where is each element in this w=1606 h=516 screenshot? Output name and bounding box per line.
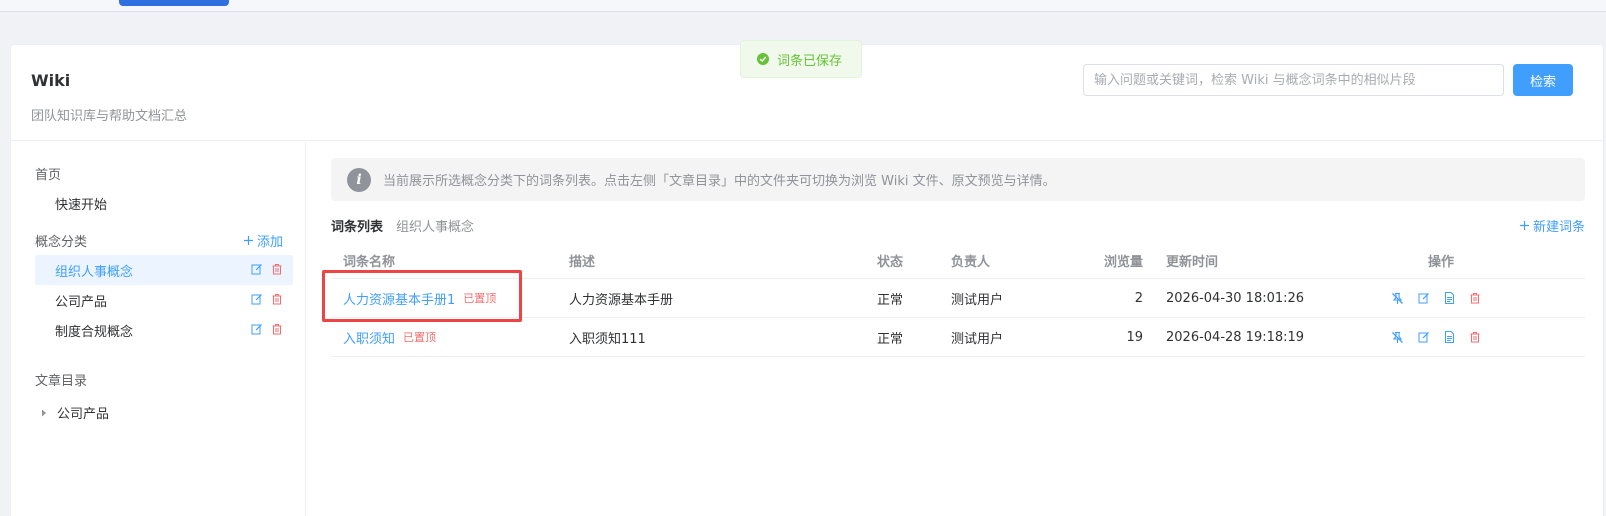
delete-icon[interactable] [271,293,283,305]
edit-icon[interactable] [1418,292,1430,304]
sidebar-item-label: 组织人事概念 [55,264,134,280]
search-input[interactable] [1083,64,1504,96]
top-tab-strip [0,0,1606,12]
entry-ops [1391,318,1481,356]
article-group-title: 文章目录 [35,374,88,389]
table-header: 词条名称 描述 状态 负责人 浏览量 更新时间 操作 [331,243,1585,279]
delete-icon[interactable] [271,263,283,275]
new-entry-link[interactable]: 新建词条 [1519,216,1585,235]
delete-icon[interactable] [271,323,283,335]
plus-icon [244,236,253,245]
success-check-icon [757,53,769,65]
sidebar: 首页 快速开始 概念分类 添加 组织人事概念 公司产品 制度合规概念 文章目录 … [11,142,306,516]
table-row: 入职须知 已置顶 入职须知111 正常 测试用户 19 2026-04-28 1… [331,318,1585,357]
entry-name-cell: 人力资源基本手册1 已置顶 [343,279,496,317]
page-title: Wiki [31,71,71,90]
tree-folder-product[interactable]: 公司产品 [41,403,109,422]
entry-updated: 2026-04-30 18:01:26 [1166,290,1305,306]
delete-icon[interactable] [1469,292,1481,304]
saved-toast: 词条已保存 [740,40,862,78]
edit-icon[interactable] [251,293,263,305]
caret-right-icon [42,409,46,416]
entry-owner: 测试用户 [951,292,1004,308]
main-content: i 当前展示所选概念分类下的词条列表。点击左侧「文章目录」中的文件夹可切换为浏览… [321,142,1585,516]
sidebar-item-label: 公司产品 [55,294,108,310]
entry-status: 正常 [877,292,904,308]
edit-icon[interactable] [251,263,263,275]
add-concept-link[interactable]: 添加 [243,231,283,250]
search-button[interactable]: 检索 [1513,64,1573,96]
sidebar-item-quick-start[interactable]: 快速开始 [35,188,293,218]
sidebar-item-label: 快速开始 [55,197,108,213]
sidebar-item-concept-compliance[interactable]: 制度合规概念 [35,315,293,345]
info-alert: i 当前展示所选概念分类下的词条列表。点击左侧「文章目录」中的文件夹可切换为浏览… [331,158,1585,201]
add-concept-label: 添加 [257,235,284,250]
col-owner: 负责人 [951,255,991,270]
entry-ops [1391,279,1481,317]
unpin-icon[interactable] [1391,292,1404,305]
pinned-tag: 已置顶 [463,292,497,305]
sidebar-item-concept-product[interactable]: 公司产品 [35,285,293,315]
entry-desc: 入职须知111 [569,331,646,347]
col-status: 状态 [877,255,904,270]
toast-text: 词条已保存 [777,53,843,69]
document-icon[interactable] [1444,331,1455,343]
sidebar-item-label: 制度合规概念 [55,324,134,340]
col-updated: 更新时间 [1166,255,1219,270]
home-group-title[interactable]: 首页 [35,164,61,183]
page-subtitle: 团队知识库与帮助文档汇总 [31,109,188,124]
tree-folder-label: 公司产品 [57,407,110,422]
table-row: 人力资源基本手册1 已置顶 人力资源基本手册 正常 测试用户 2 2026-04… [331,279,1585,318]
sidebar-item-concept-org[interactable]: 组织人事概念 [35,255,293,285]
col-views: 浏览量 [1103,255,1143,270]
edit-icon[interactable] [251,323,263,335]
entry-name-link[interactable]: 入职须知 [343,328,395,347]
list-title: 词条列表 [331,220,384,235]
entry-desc: 人力资源基本手册 [569,292,674,308]
entry-views: 19 [1126,329,1143,345]
entry-views: 2 [1134,290,1143,306]
delete-icon[interactable] [1469,331,1481,343]
col-desc: 描述 [569,255,596,270]
wiki-card: Wiki 团队知识库与帮助文档汇总 检索 首页 快速开始 概念分类 添加 组织人… [10,44,1604,516]
unpin-icon[interactable] [1391,331,1404,344]
document-icon[interactable] [1444,292,1455,304]
entry-status: 正常 [877,331,904,347]
entry-name-link[interactable]: 人力资源基本手册1 [343,289,455,308]
info-icon: i [347,167,371,192]
entry-updated: 2026-04-28 19:18:19 [1166,329,1305,345]
col-name: 词条名称 [343,255,396,270]
concept-group-title: 概念分类 [35,235,88,250]
pinned-tag: 已置顶 [403,331,437,344]
edit-icon[interactable] [1418,331,1430,343]
info-text: 当前展示所选概念分类下的词条列表。点击左侧「文章目录」中的文件夹可切换为浏览 W… [383,174,1056,189]
entry-owner: 测试用户 [951,331,1004,347]
col-ops: 操作 [1428,255,1455,270]
plus-icon [1519,221,1529,230]
list-category: 组织人事概念 [396,220,475,235]
new-entry-label: 新建词条 [1532,220,1585,235]
entry-name-cell: 入职须知 已置顶 [343,318,436,356]
active-top-tab[interactable] [119,0,229,6]
